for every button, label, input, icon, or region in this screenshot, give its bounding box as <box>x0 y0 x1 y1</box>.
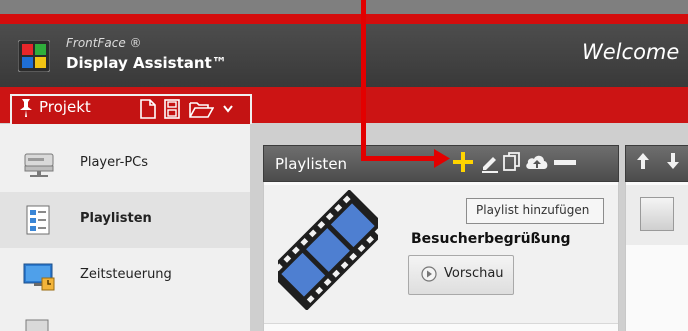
divider <box>264 323 618 324</box>
top-strip <box>0 0 688 14</box>
annotation-arrow-line <box>361 156 439 161</box>
upload-icon[interactable] <box>525 153 549 171</box>
pin-icon <box>20 99 32 117</box>
arrow-up-icon[interactable] <box>636 152 650 170</box>
arrow-down-icon[interactable] <box>666 152 680 170</box>
welcome-text: Welcome <box>582 40 680 64</box>
playlist-icon <box>26 205 50 235</box>
sidebar-item-label: Zeitsteuerung <box>80 267 172 282</box>
tooltip-text: Playlist hinzufügen <box>476 203 590 217</box>
annotation-arrow-line <box>361 0 366 160</box>
edit-icon[interactable] <box>480 153 500 173</box>
sidebar-item-playlisten[interactable]: Playlisten <box>0 192 250 248</box>
play-icon <box>421 266 437 282</box>
sidebar-item-player-pcs[interactable]: Player-PCs <box>0 136 250 192</box>
next-item-icon <box>25 319 49 331</box>
thumbnail <box>640 197 674 231</box>
save-icon[interactable] <box>163 99 181 119</box>
annotation-arrow-head-icon <box>434 149 450 168</box>
sidebar-item-label: Playlisten <box>80 211 152 226</box>
new-file-icon[interactable] <box>139 99 157 119</box>
projekt-label[interactable]: Projekt <box>39 98 91 116</box>
app-logo-icon <box>18 40 50 72</box>
panel-title: Playlisten <box>275 155 348 173</box>
accent-strip <box>0 14 688 24</box>
sidebar-item-zeitsteuerung[interactable]: Zeitsteuerung <box>0 248 250 304</box>
chevron-down-icon[interactable] <box>222 104 234 114</box>
brand-title: Display Assistant™ <box>66 54 227 72</box>
schedule-icon <box>23 263 55 291</box>
sidebar-item-label: Player-PCs <box>80 155 149 170</box>
remove-icon[interactable] <box>554 160 576 165</box>
preview-button-label[interactable]: Vorschau <box>444 266 504 281</box>
playlist-title: Besucherbegrüßung <box>411 231 571 247</box>
film-strip-icon <box>278 190 378 310</box>
copy-icon[interactable] <box>503 152 521 172</box>
sidebar: Player-PCs Playlisten Zeitsteuerung <box>0 124 250 331</box>
add-icon[interactable] <box>452 151 474 173</box>
player-pc-icon <box>24 153 54 177</box>
brand-subtitle: FrontFace ® <box>66 36 142 50</box>
open-folder-icon[interactable] <box>188 99 214 119</box>
